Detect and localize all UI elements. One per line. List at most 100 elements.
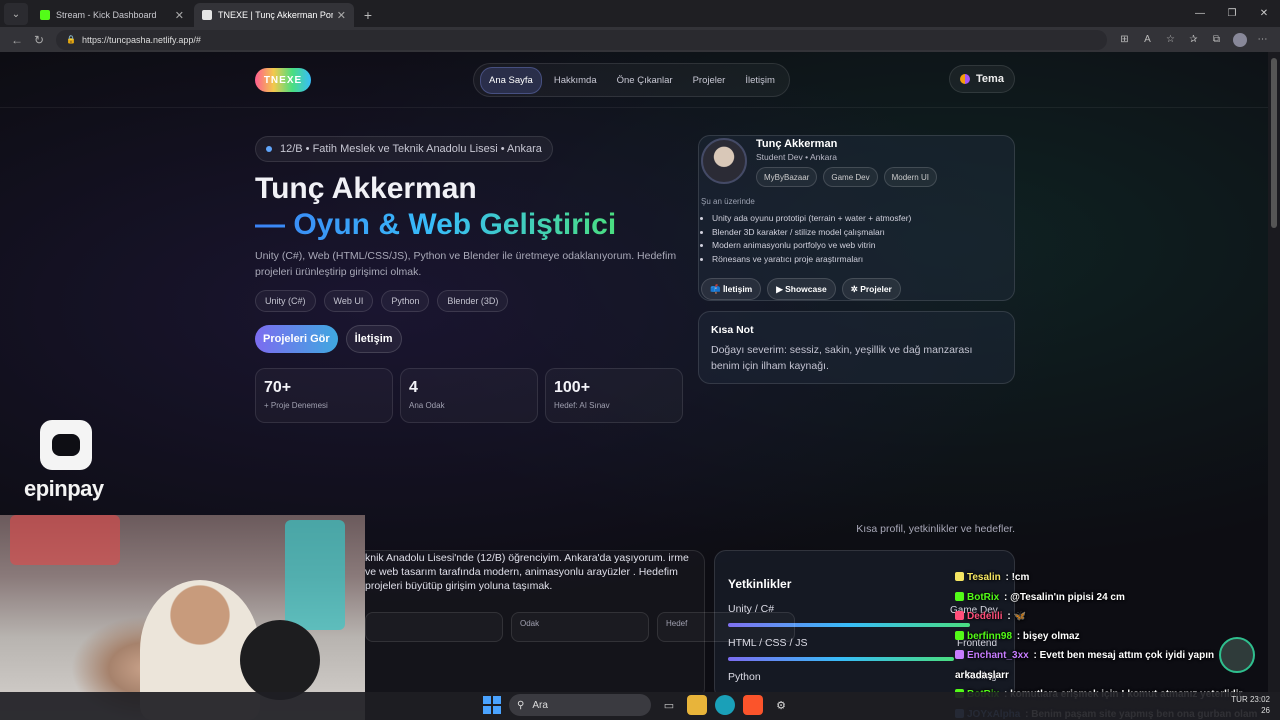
avatar xyxy=(701,138,747,184)
stats-row: 70+ + Proje Denemesi 4 Ana Odak 100+ Hed… xyxy=(255,368,683,423)
browser-tab-bar: ⌄ Stream - Kick Dashboard ✕ TNEXE | Tunç… xyxy=(0,0,1280,27)
taskbar-apps: ⚲ Ara ▭ ⚙ xyxy=(483,694,791,716)
profile-contact-button[interactable]: 📫 İletişim xyxy=(701,278,762,300)
chat-badge-icon xyxy=(955,591,964,601)
contact-button[interactable]: İletişim xyxy=(345,325,402,353)
stat-label: Hedef: AI Sınav xyxy=(554,401,610,410)
chip-python: Python xyxy=(381,290,430,312)
note-text: Doğayı severim: sessiz, sakin, yeşillik … xyxy=(711,344,973,372)
now-working-list: Unity ada oyunu prototipi (terrain + wat… xyxy=(712,212,911,266)
windows-taskbar: ⚲ Ara ▭ ⚙ TUR 23:02 26 xyxy=(0,692,1280,720)
reload-icon[interactable]: ↻ xyxy=(28,30,50,50)
more-menu-icon[interactable]: ⋯ xyxy=(1251,30,1274,50)
start-icon[interactable] xyxy=(483,696,501,714)
close-tab-icon[interactable]: ✕ xyxy=(337,9,346,22)
new-tab-button[interactable]: + xyxy=(356,3,380,27)
tab-actions-icon[interactable]: ⌄ xyxy=(4,3,28,25)
sponsor-name: epinpay xyxy=(24,476,104,501)
tab-portfolio[interactable]: TNEXE | Tunç Akkerman Portfolio ✕ xyxy=(194,3,354,27)
close-tab-icon[interactable]: ✕ xyxy=(175,9,184,22)
site-header: TNEXE Ana Sayfa Hakkımda Öne Çıkanlar Pr… xyxy=(0,52,1268,108)
showcase-button[interactable]: ▶ Showcase xyxy=(767,278,836,300)
theme-toggle-button[interactable]: Tema xyxy=(949,65,1015,93)
page-scrollbar[interactable] xyxy=(1268,52,1280,692)
microphone xyxy=(240,620,320,700)
url-field[interactable]: 🔒 https://tuncpasha.netlify.app/# xyxy=(56,29,1107,50)
system-tray[interactable]: TUR 23:02 26 xyxy=(1231,694,1270,716)
list-item: Rönesans ve yaratıcı proje araştırmaları xyxy=(712,253,911,267)
profile-tags: MyByBazaar Game Dev Modern UI xyxy=(756,167,937,187)
nav-about[interactable]: Hakkımda xyxy=(546,68,605,93)
language-indicator: TUR xyxy=(1231,695,1248,704)
taskbar-search[interactable]: ⚲ Ara xyxy=(509,694,651,716)
site-logo[interactable]: TNEXE xyxy=(255,68,311,92)
search-icon: ⚲ xyxy=(517,699,525,711)
browser-toolbar: ⊞ A ☆ ✰ ⧉ ⋯ xyxy=(1113,30,1274,50)
window-controls: — ❐ ✕ xyxy=(1184,0,1280,26)
skill-bar xyxy=(728,657,954,661)
stat-value: 70+ xyxy=(264,379,292,396)
brave-icon[interactable] xyxy=(743,695,763,715)
restore-icon[interactable]: ❐ xyxy=(1216,0,1248,26)
about-text: knik Anadolu Lisesi'nde (12/B) öğrenciyi… xyxy=(365,552,689,592)
nav-home[interactable]: Ana Sayfa xyxy=(480,66,542,94)
profile-role: Student Dev • Ankara xyxy=(756,152,837,162)
tab-title: TNEXE | Tunç Akkerman Portfolio xyxy=(218,10,333,20)
chat-username: Enchant_3xx xyxy=(967,650,1029,661)
clock-date: 26 xyxy=(1261,706,1270,715)
background-light xyxy=(10,515,120,565)
read-aloud-icon[interactable]: A xyxy=(1136,30,1159,50)
nav-projects[interactable]: Projeler xyxy=(685,68,734,93)
list-item: Modern animasyonlu portfolyo ve web vitr… xyxy=(712,239,911,253)
minimize-icon[interactable]: — xyxy=(1184,0,1216,26)
nav-contact[interactable]: İletişim xyxy=(737,68,783,93)
school-text: 12/B • Fatih Meslek ve Teknik Anadolu Li… xyxy=(280,143,542,155)
stat-value: 4 xyxy=(409,379,418,396)
hero-subtitle: — Oyun & Web Geliştirici xyxy=(255,208,617,241)
chat-badge-icon xyxy=(955,630,964,640)
chat-username: berfinn98 xyxy=(967,630,1013,642)
chat-text: : !cm xyxy=(1002,572,1030,583)
mini-card xyxy=(365,612,503,642)
chat-badge-icon xyxy=(955,650,964,659)
app-available-icon[interactable]: ⊞ xyxy=(1113,30,1136,50)
app-icon[interactable]: ⚙ xyxy=(771,695,791,715)
hero-actions: Projeleri Gör İletişim xyxy=(255,325,402,353)
chat-text: : @Tesalin'ın pipisi 24 cm xyxy=(1001,591,1125,603)
back-icon[interactable]: ← xyxy=(6,30,28,50)
favorite-star-icon[interactable]: ☆ xyxy=(1159,30,1182,50)
profile-projects-button[interactable]: ✲ Projeler xyxy=(841,278,901,300)
profile-avatar[interactable] xyxy=(1228,30,1251,50)
profile-card: Tunç Akkerman Student Dev • Ankara MyByB… xyxy=(698,135,1015,301)
status-dot-icon xyxy=(266,146,272,152)
stat-label: + Proje Denemesi xyxy=(264,401,328,410)
url-text: https://tuncpasha.netlify.app/# xyxy=(81,34,201,45)
stat-card: 70+ + Proje Denemesi xyxy=(255,368,393,423)
skills-title: Yetkinlikler xyxy=(728,577,792,591)
edge-icon[interactable] xyxy=(715,695,735,715)
kick-favicon-icon xyxy=(40,10,50,20)
task-view-icon[interactable]: ▭ xyxy=(659,695,679,715)
profile-tag: MyByBazaar xyxy=(756,167,818,187)
profile-name: Tunç Akkerman xyxy=(756,138,838,150)
view-projects-button[interactable]: Projeleri Gör xyxy=(255,325,338,353)
scrollbar-thumb[interactable] xyxy=(1271,58,1277,228)
chat-badge-icon xyxy=(955,611,964,620)
collections-icon[interactable]: ⧉ xyxy=(1205,30,1228,50)
chat-text: : Evett ben mesaj attım çok iyidi yapın xyxy=(1030,650,1215,661)
theme-label: Tema xyxy=(976,73,1004,85)
chat-message: Dedelili : 🦋 xyxy=(955,607,1268,627)
chip-unity: Unity (C#) xyxy=(255,290,316,312)
section-caption: Kısa profil, yetkinlikler ve hedefler. xyxy=(856,523,1015,535)
file-explorer-icon[interactable] xyxy=(687,695,707,715)
close-window-icon[interactable]: ✕ xyxy=(1248,0,1280,26)
favorites-icon[interactable]: ✰ xyxy=(1182,30,1205,50)
stat-card: 4 Ana Odak xyxy=(400,368,538,423)
address-bar-row: ← ↻ 🔒 https://tuncpasha.netlify.app/# ⊞ … xyxy=(0,27,1280,52)
background-light xyxy=(285,520,345,630)
chat-message: Tesalin : !cm xyxy=(955,568,1268,588)
chip-web-ui: Web UI xyxy=(323,290,374,312)
nav-highlights[interactable]: Öne Çıkanlar xyxy=(609,68,681,93)
chat-text: arkadaşlarr xyxy=(955,669,1009,681)
tab-kick-dashboard[interactable]: Stream - Kick Dashboard ✕ xyxy=(32,3,192,27)
